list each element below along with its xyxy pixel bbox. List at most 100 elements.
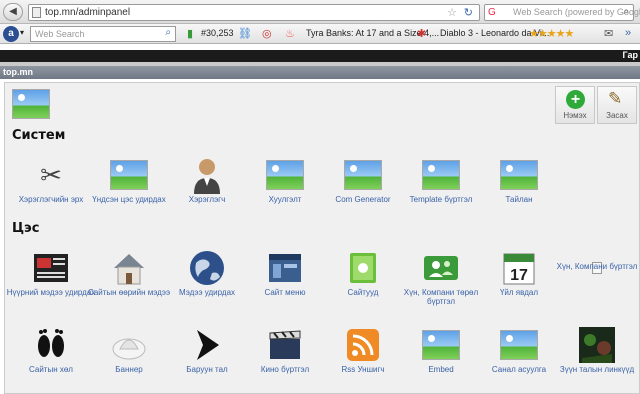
tile-label: Сайтын өөрийн мэдээ <box>87 288 171 297</box>
rating-stars[interactable]: ★★★★★ <box>529 27 574 40</box>
tile-manage-news[interactable]: Мэдээ удирдах <box>168 248 246 304</box>
section-title-system: Систем <box>12 128 66 143</box>
tile-person-company[interactable]: Хүн, Компани бүртгэл <box>557 248 637 304</box>
tile-label: Rss Уншигч <box>341 365 385 374</box>
tile-label: Санал асуулга <box>491 365 547 374</box>
image-placeholder-icon <box>499 155 539 195</box>
tile-label: Баруун тал <box>186 365 228 374</box>
search-icon[interactable]: ⌕ <box>165 27 171 38</box>
tile-label: Тайлан <box>505 195 533 204</box>
tile-poll[interactable]: Санал асуулга <box>480 325 558 381</box>
calendar-icon: 17 <box>499 248 539 288</box>
pencil-icon: ✎ <box>608 89 623 108</box>
overflow-icon[interactable]: » <box>625 27 631 39</box>
tile-label: Кино бүртгэл <box>260 365 310 374</box>
tools-icon: ✂ <box>40 160 62 190</box>
film-icon <box>265 325 305 365</box>
rank-bars-icon: ▮ <box>187 28 194 40</box>
bookmark-star-icon[interactable]: ☆ <box>447 6 457 19</box>
tile-left-links[interactable]: Зүүн талын линкүүд <box>558 325 636 381</box>
fire-icon[interactable]: ♨ <box>285 27 295 40</box>
globe-icon <box>187 248 227 288</box>
address-bar[interactable]: top.mn/adminpanel ☆ ↻ <box>28 4 480 21</box>
toolbar-search-input[interactable]: Web Search ⌕ <box>30 26 176 42</box>
header-image-icon <box>12 89 50 119</box>
image-placeholder-icon <box>421 325 461 365</box>
tile-movies[interactable]: Кино бүртгэл <box>246 325 324 381</box>
browser-search-placeholder: Web Search (powered by Google) <box>513 7 640 17</box>
add-button[interactable]: + Нэмэх <box>555 86 595 124</box>
plus-icon: + <box>566 90 585 109</box>
tile-label: Зүүн талын линкүүд <box>559 365 635 374</box>
app-top-strip: Гар <box>0 50 640 62</box>
tile-label: Баннер <box>115 365 143 374</box>
tile-com-generator[interactable]: Com Generator <box>324 155 402 211</box>
tile-label: Нүүрний мэдээ удирдах <box>6 288 96 297</box>
tile-label: Сайтууд <box>347 288 379 297</box>
tile-label: Сайтын хөл <box>29 365 73 374</box>
tile-label: Сайт меню <box>264 288 306 297</box>
chat-icon[interactable]: ✉ <box>604 27 613 40</box>
footprints-icon <box>31 325 71 365</box>
page-icon <box>32 7 41 18</box>
top-right-label[interactable]: Гар <box>623 50 639 60</box>
image-placeholder-icon <box>265 155 305 195</box>
target-icon[interactable]: ◎ <box>262 27 272 40</box>
url-text: top.mn/adminpanel <box>45 7 131 18</box>
toolbar-logo-icon[interactable]: a <box>3 26 19 42</box>
back-button[interactable]: ◀ <box>3 3 23 21</box>
tile-report[interactable]: Тайлан <box>480 155 558 211</box>
tile-rss-reader[interactable]: Rss Уншигч <box>324 325 402 381</box>
tile-front-news[interactable]: Нүүрний мэдээ удирдах <box>7 248 95 304</box>
people-icon <box>421 248 461 288</box>
house-icon <box>109 248 149 288</box>
tile-template[interactable]: Template бүртгэл <box>402 155 480 211</box>
window-icon <box>265 248 305 288</box>
tile-main-menu[interactable]: Үндсэн цэс удирдах <box>90 155 168 211</box>
tile-right-side[interactable]: Баруун тал <box>168 325 246 381</box>
book-icon <box>343 248 383 288</box>
tile-label: Embed <box>428 365 454 374</box>
tile-label: Хүн, Компани төрөл бүртгэл <box>403 288 479 306</box>
tile-sites[interactable]: Сайтууд <box>324 248 402 304</box>
tile-embed[interactable]: Embed <box>402 325 480 381</box>
tile-site-menu[interactable]: Сайт меню <box>246 248 324 304</box>
reload-icon[interactable]: ↻ <box>464 6 473 19</box>
browser-search-box[interactable]: G Web Search (powered by Google) ⌕ <box>484 4 640 21</box>
rank-value[interactable]: #30,253 <box>201 28 234 38</box>
toolbar-search-placeholder: Web Search <box>35 29 85 39</box>
news-icon[interactable]: ✱ <box>417 27 426 40</box>
tile-label: Template бүртгэл <box>409 195 473 204</box>
edit-button-label: Засах <box>606 111 628 120</box>
tile-user-permissions[interactable]: ✂ Хэрэглэгчийн эрх <box>12 155 90 211</box>
tile-users[interactable]: Хэрэглэгч <box>168 155 246 211</box>
tile-label: Хэрэглэгчийн эрх <box>18 195 84 204</box>
tile-label: Үндсэн цэс удирдах <box>92 195 166 204</box>
news-icon <box>31 248 71 288</box>
banner-icon <box>109 325 149 365</box>
image-placeholder-icon <box>421 155 461 195</box>
link-icon[interactable]: ⛓ <box>238 27 252 40</box>
tile-banner[interactable]: Баннер <box>90 325 168 381</box>
user-icon <box>187 155 227 195</box>
image-placeholder-icon <box>109 155 149 195</box>
tile-events[interactable]: 17 Үйл явдал <box>480 248 558 304</box>
edit-button[interactable]: ✎ Засах <box>597 86 637 124</box>
tile-site-footer[interactable]: Сайтын хөл <box>12 325 90 381</box>
tile-label: Com Generator <box>335 195 391 204</box>
game-icon <box>577 325 617 365</box>
tile-copy[interactable]: Хуулгэлт <box>246 155 324 211</box>
arrow-right-icon <box>187 325 227 365</box>
tile-person-company-type[interactable]: Хүн, Компани төрөл бүртгэл <box>402 248 480 306</box>
admin-panel: + Нэмэх ✎ Засах Систем ✂ Хэрэглэгчийн эр… <box>4 82 640 394</box>
image-placeholder-icon <box>499 325 539 365</box>
tile-site-own-news[interactable]: Сайтын өөрийн мэдээ <box>88 248 170 304</box>
section-title-menu: Цэс <box>12 221 40 236</box>
magnifier-icon[interactable]: ⌕ <box>623 6 629 17</box>
tile-label: Мэдээ удирдах <box>178 288 236 297</box>
add-button-label: Нэмэх <box>563 111 587 120</box>
addon-toolbar: a ▾ Web Search ⌕ ▮ #30,253 ⛓ ◎ ♨ Tyra Ba… <box>0 24 640 44</box>
browser-navigation-bar: ◀ top.mn/adminpanel ☆ ↻ G Web Search (po… <box>0 0 640 24</box>
image-placeholder-icon <box>343 155 383 195</box>
chevron-down-icon[interactable]: ▾ <box>20 28 24 37</box>
